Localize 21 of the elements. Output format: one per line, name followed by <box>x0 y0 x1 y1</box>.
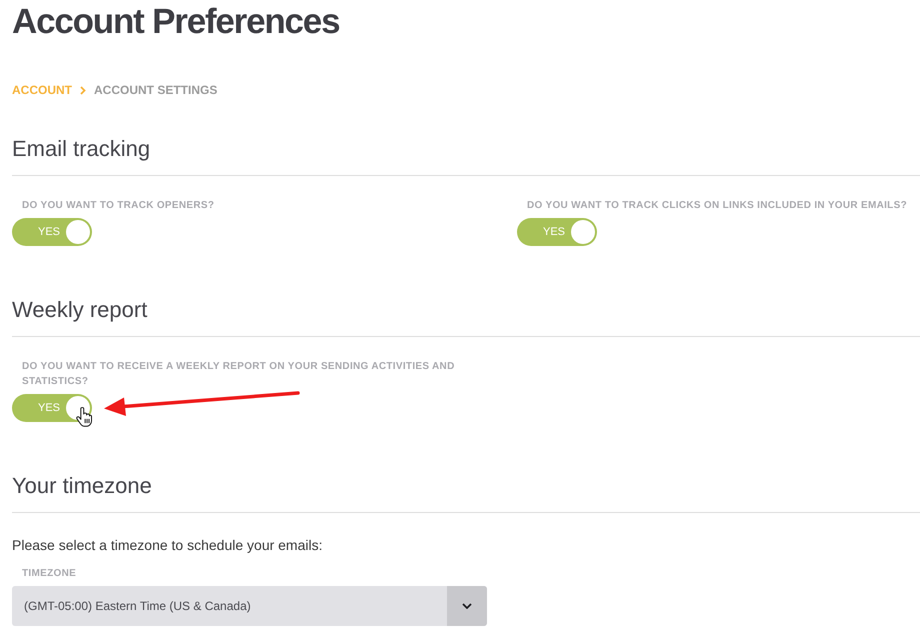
toggle-knob <box>571 220 595 244</box>
chevron-right-icon <box>80 86 86 94</box>
toggle-switch[interactable]: YES <box>517 218 597 246</box>
timezone-select[interactable]: (GMT-05:00) Eastern Time (US & Canada) <box>12 586 487 626</box>
dropdown-button[interactable] <box>447 586 487 626</box>
breadcrumb-link[interactable]: ACCOUNT <box>12 82 72 98</box>
hand-cursor-icon <box>76 407 92 427</box>
toggle-switch[interactable]: YES <box>12 218 92 246</box>
section-heading: Weekly report <box>12 296 148 324</box>
toggle-knob <box>66 220 90 244</box>
setting-question: DO YOU WANT TO TRACK OPENERS? <box>22 199 214 213</box>
field-label: TIMEZONE <box>22 567 76 581</box>
toggle-switch[interactable]: YES <box>12 394 92 422</box>
chevron-down-icon <box>462 603 472 609</box>
section-heading: Your timezone <box>12 472 152 500</box>
section-heading: Email tracking <box>12 135 150 163</box>
setting-question: DO YOU WANT TO TRACK CLICKS ON LINKS INCLUDED IN YOUR EMAILS? <box>527 199 907 213</box>
page-title: Account Preferences <box>12 2 340 42</box>
setting-question: DO YOU WANT TO RECEIVE A WEEKLY REPORT ON YOUR SENDING ACTIVITIES AND STATISTICS? <box>22 360 456 389</box>
section-intro: Please select a timezone to schedule your emails: <box>12 536 322 555</box>
breadcrumb-current: ACCOUNT SETTINGS <box>94 82 218 98</box>
